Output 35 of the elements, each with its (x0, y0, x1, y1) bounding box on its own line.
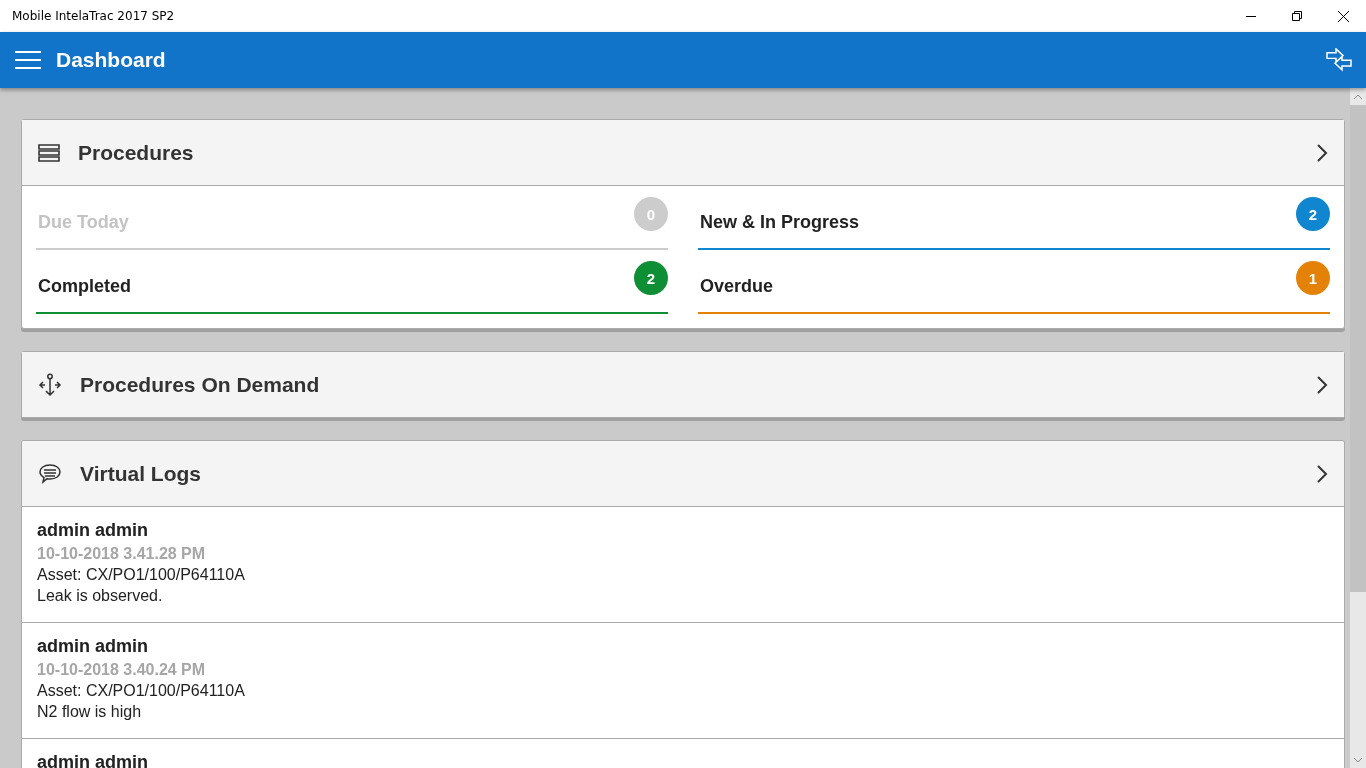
procedure-status-tile[interactable]: Completed 2 (36, 250, 668, 314)
log-note: N2 flow is high (37, 703, 143, 721)
swap-arrows-icon[interactable] (1326, 48, 1352, 72)
speech-bubble-icon (38, 462, 62, 485)
anchor-arrows-icon (38, 372, 62, 397)
card-title: Procedures (78, 140, 195, 165)
count-badge: 2 (634, 261, 668, 295)
page-title: Dashboard (56, 48, 167, 72)
menu-icon[interactable] (15, 50, 41, 70)
chevron-right-icon[interactable] (1316, 142, 1328, 163)
count-badge: 1 (1296, 261, 1330, 295)
tile-label: Due Today (38, 210, 130, 233)
chevron-right-icon[interactable] (1316, 374, 1328, 395)
close-icon[interactable] (1337, 10, 1349, 22)
procedure-status-tile[interactable]: New & In Progress 2 (698, 186, 1330, 250)
list-icon (38, 143, 60, 162)
tile-label: New & In Progress (700, 210, 861, 233)
log-author: admin admin (37, 520, 149, 541)
card-title: Virtual Logs (80, 461, 202, 486)
log-timestamp: 10-10-2018 3.40.24 PM (37, 661, 207, 679)
tile-label: Overdue (700, 274, 775, 297)
procedure-status-tile[interactable]: Overdue 1 (698, 250, 1330, 314)
log-note: Leak is observed. (37, 587, 164, 605)
count-badge: 2 (1296, 197, 1330, 231)
card-title: Procedures On Demand (80, 372, 321, 397)
scrollbar-thumb[interactable] (1350, 105, 1366, 592)
restore-icon[interactable] (1292, 11, 1302, 21)
log-author: admin admin (37, 636, 149, 657)
tile-label: Completed (38, 274, 132, 297)
chevron-right-icon[interactable] (1316, 463, 1328, 484)
log-timestamp: 10-10-2018 3.41.28 PM (37, 545, 207, 563)
log-asset: Asset: CX/PO1/100/P64110A (37, 682, 246, 700)
log-author: admin admin (37, 752, 149, 768)
log-asset: Asset: CX/PO1/100/P64110A (37, 566, 246, 584)
window-title: Mobile IntelaTrac 2017 SP2 (12, 9, 176, 23)
